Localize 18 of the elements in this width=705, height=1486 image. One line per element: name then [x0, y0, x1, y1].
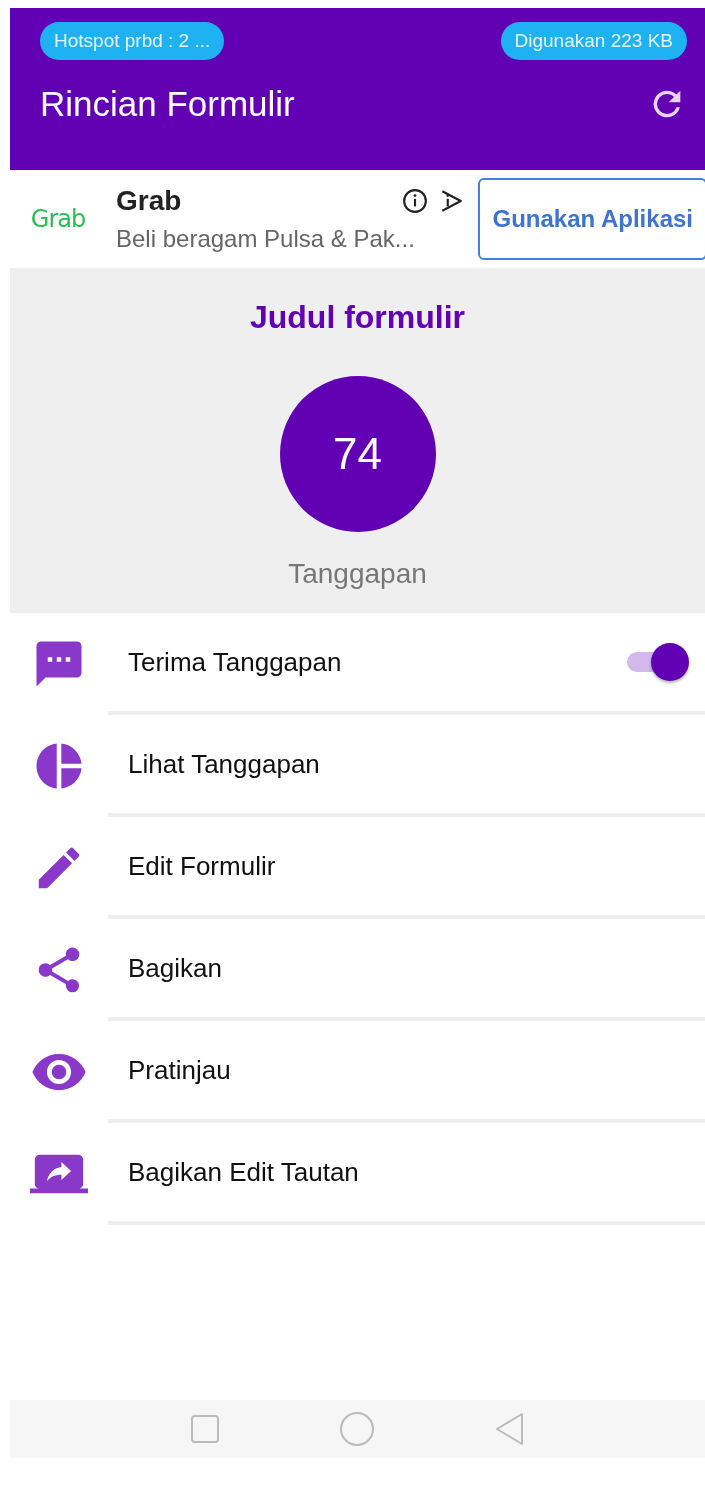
- menu-item[interactable]: Terima Tanggapan: [128, 646, 342, 678]
- hotspot-pill: Hotspot prbd : 2 ...: [40, 22, 225, 60]
- menu-item[interactable]: Edit Formulir: [128, 850, 276, 882]
- menu-item[interactable]: Bagikan Edit Tautan: [128, 1156, 359, 1188]
- response-caption: Tanggapan: [288, 558, 427, 590]
- form-title: Judul formulir: [249, 299, 466, 336]
- app-bar-title: Rincian Formulir: [40, 84, 295, 124]
- menu-item[interactable]: Pratinjau: [128, 1054, 231, 1086]
- menu-item[interactable]: Bagikan: [128, 952, 222, 984]
- ad-title: Grab: [116, 185, 182, 217]
- data-usage-pill: Digunakan 223 KB: [500, 22, 687, 60]
- grab-logo: Grab: [29, 205, 87, 233]
- menu-item[interactable]: Lihat Tanggapan: [128, 748, 320, 780]
- install-app-button[interactable]: Gunakan Aplikasi: [478, 178, 705, 260]
- response-count: 74: [279, 376, 436, 532]
- ad-description: Beli beragam Pulsa & Pak...: [116, 225, 416, 253]
- toggle-switch[interactable]: [625, 642, 691, 682]
- info-icon[interactable]: [402, 188, 429, 214]
